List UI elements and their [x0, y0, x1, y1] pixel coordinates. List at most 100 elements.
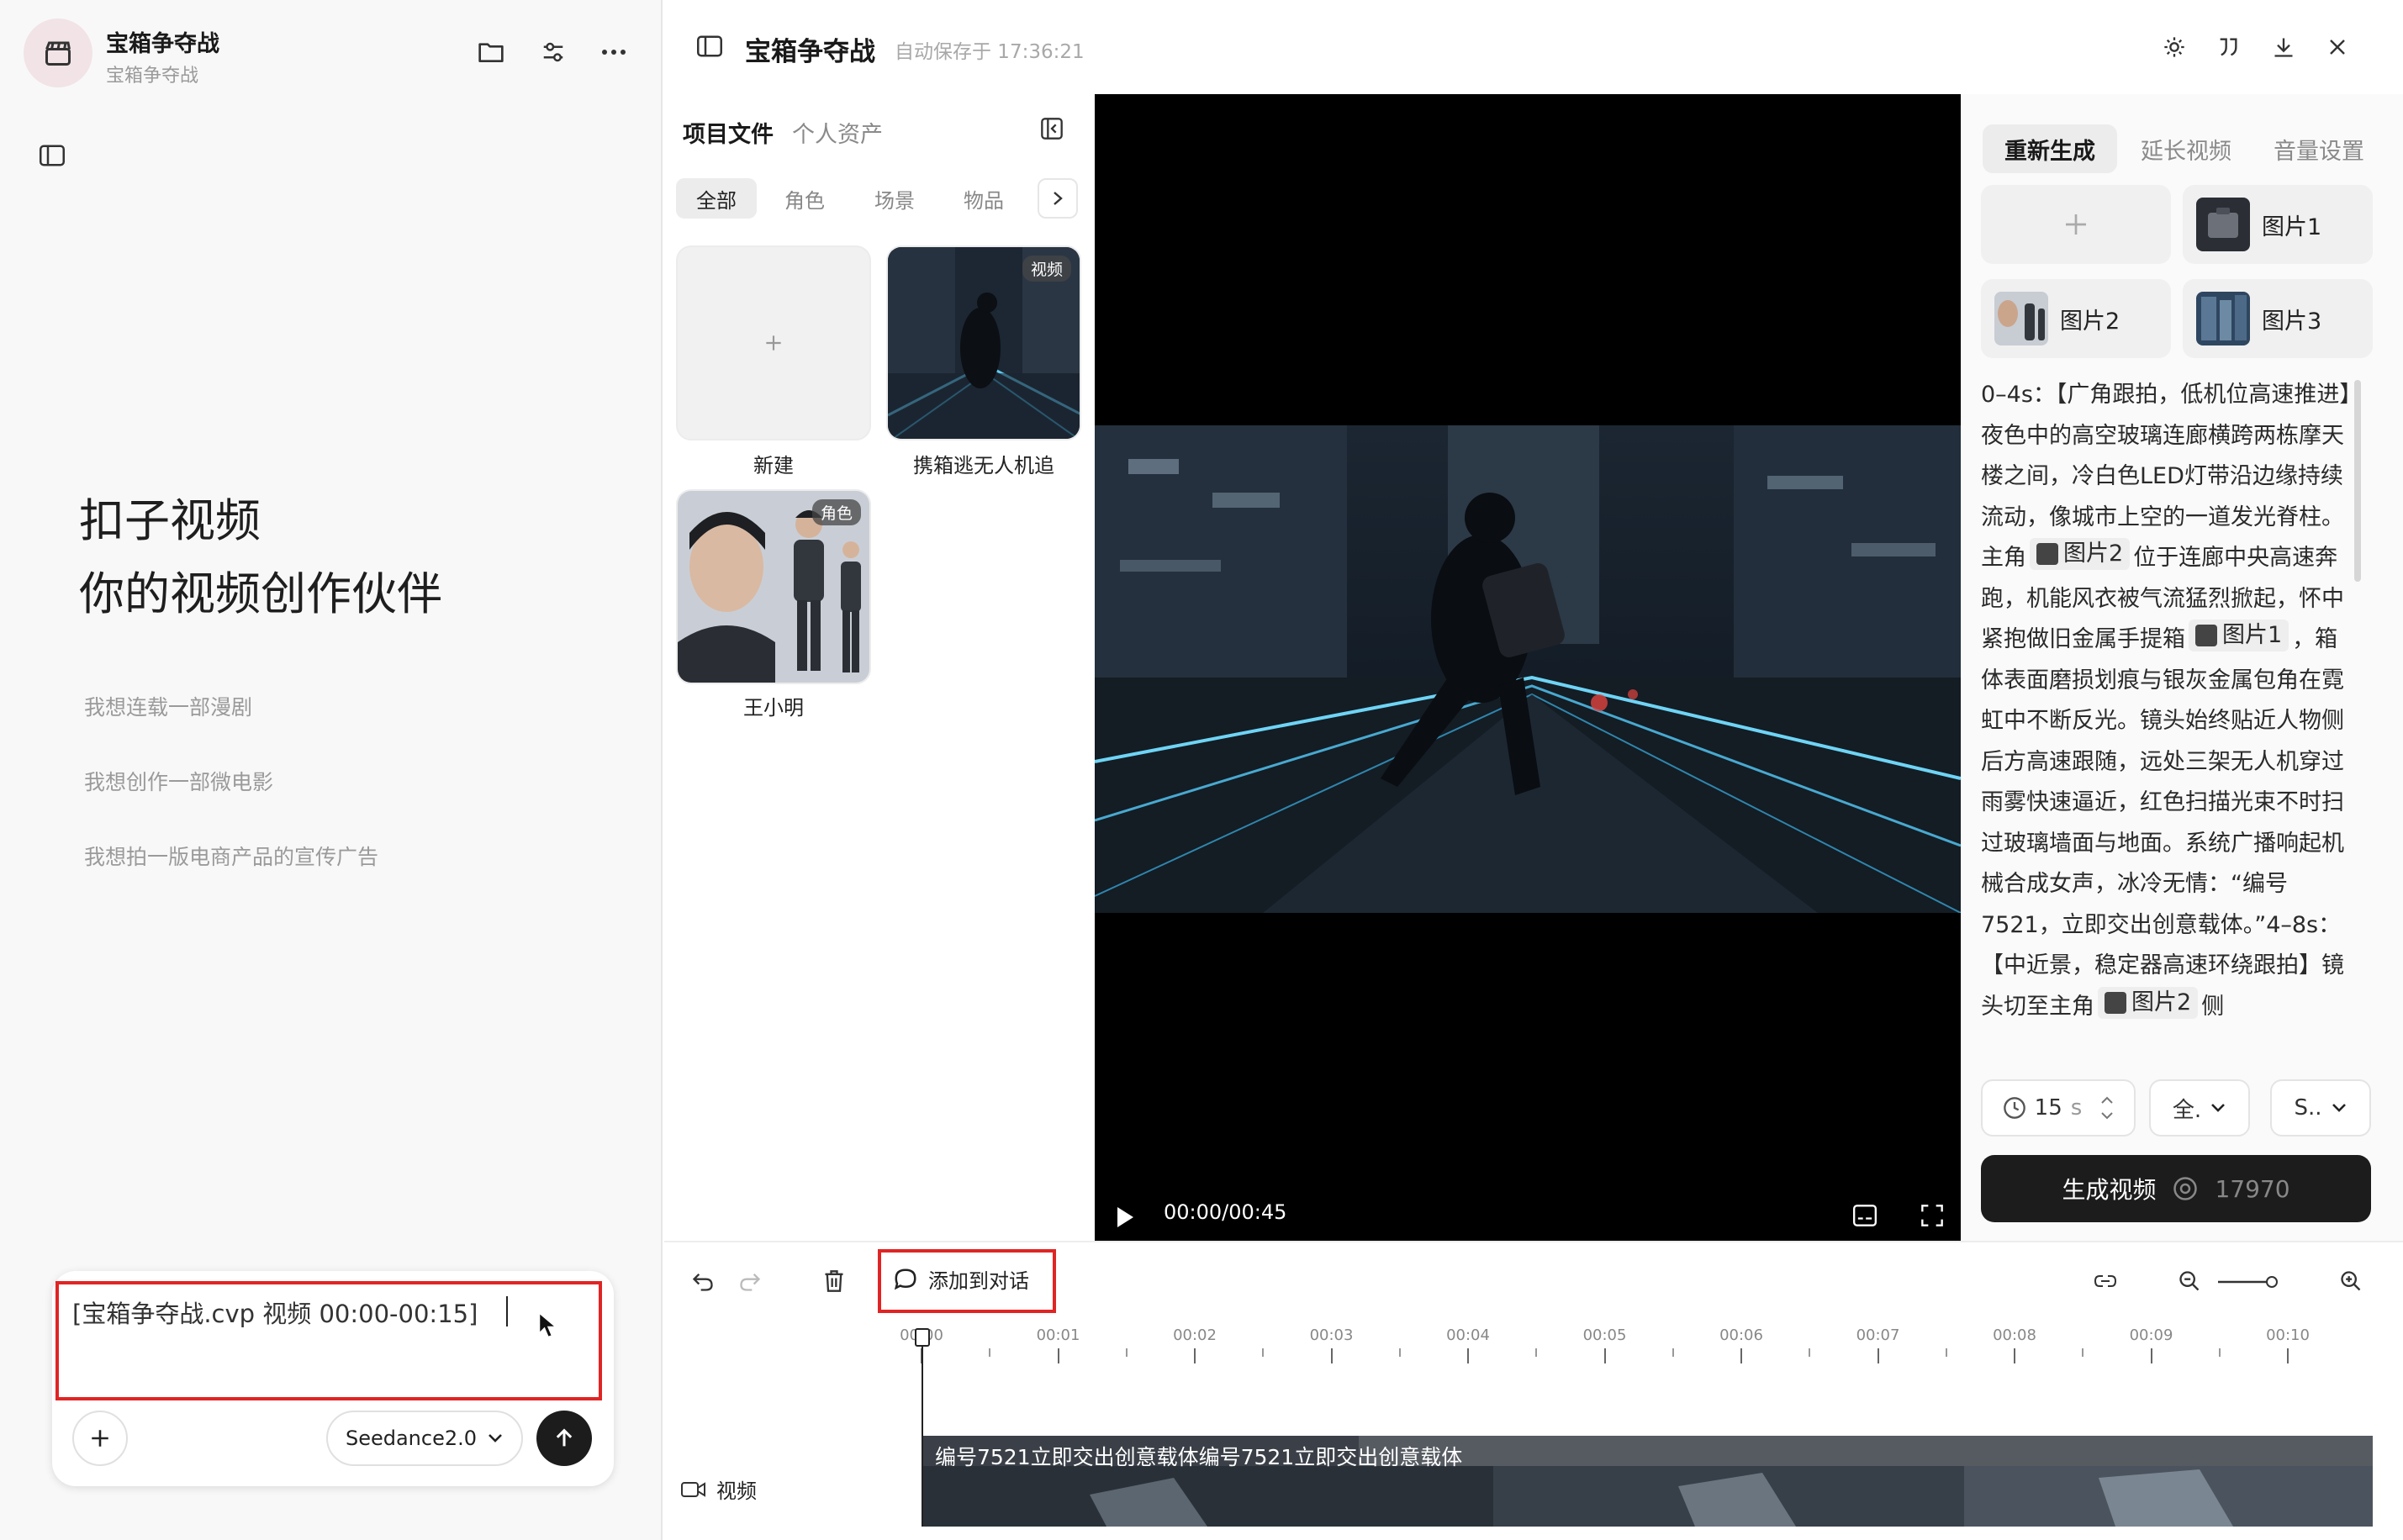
filter-next-button[interactable]: [1038, 178, 1078, 219]
image-reference-chip: 图片2: [2030, 538, 2131, 570]
asset-label: 新建: [753, 454, 794, 477]
suggestion-item[interactable]: 我想拍一版电商产品的宣传广告: [84, 841, 378, 871]
reference-image-card[interactable]: 图片2: [1981, 279, 2171, 358]
quote-icon[interactable]: [2213, 32, 2243, 62]
project-avatar[interactable]: [24, 18, 92, 87]
clock-icon: [2003, 1097, 2025, 1119]
generate-cost: 17970: [2215, 1174, 2290, 1203]
chat-input[interactable]: [宝箱争夺战.cvp 视频 00:00-00:15]: [72, 1295, 478, 1330]
timeline-tick: [1603, 1348, 1606, 1363]
fullscreen-icon[interactable]: [1917, 1200, 1947, 1231]
hero-tagline: 你的视频创作伙伴: [79, 567, 442, 620]
chat-bubble-icon: [894, 1268, 916, 1289]
chevron-up-icon[interactable]: [2100, 1096, 2114, 1105]
timeline-minor-tick: [2218, 1348, 2221, 1357]
zoom-slider[interactable]: [2216, 1276, 2279, 1288]
asset-type-badge: 角色: [811, 499, 861, 525]
arrow-up-icon: [556, 1428, 573, 1447]
video-frame: [1095, 425, 1961, 913]
play-button[interactable]: [1110, 1202, 1140, 1232]
suggestion-item[interactable]: 我想连载一部漫剧: [84, 691, 252, 721]
add-image-card[interactable]: [1981, 185, 2171, 264]
chevron-down-icon[interactable]: [2100, 1111, 2114, 1120]
image-thumbnail: [1994, 292, 2048, 345]
asset-card-character[interactable]: 角色: [676, 489, 871, 684]
image-reference-chip: 图片1: [2189, 620, 2289, 651]
add-to-chat-button[interactable]: 添加到对话: [893, 1264, 1029, 1294]
image-reference-label: 图片2: [2131, 989, 2192, 1015]
generate-video-button[interactable]: 生成视频 17970: [1981, 1155, 2371, 1222]
subtitles-icon[interactable]: [1850, 1200, 1880, 1231]
ratio-select[interactable]: 全.: [2149, 1079, 2250, 1137]
timeline-tick-label: 00:03: [1309, 1326, 1354, 1344]
filter-scene[interactable]: 场景: [854, 178, 935, 219]
add-to-chat-label: 添加到对话: [928, 1269, 1029, 1293]
prompt-scrollbar[interactable]: [2354, 380, 2361, 582]
model-select[interactable]: Seedance2.0: [326, 1411, 523, 1466]
timeline-tick: [2014, 1348, 2015, 1363]
timeline-tick: [2287, 1348, 2289, 1363]
timeline-minor-tick: [1262, 1348, 1265, 1357]
timeline-tick: [1057, 1348, 1059, 1363]
add-attachment-button[interactable]: [72, 1411, 128, 1466]
stepper-arrows[interactable]: [2100, 1096, 2114, 1120]
zoom-in-icon[interactable]: [2336, 1266, 2366, 1296]
video-track-label: 视频: [681, 1474, 757, 1504]
timeline-tick: [1330, 1348, 1333, 1363]
duration-unit: s: [2070, 1095, 2083, 1121]
timeline-tick: [1740, 1348, 1742, 1363]
reference-image-card[interactable]: 图片1: [2183, 185, 2373, 264]
more-icon[interactable]: [599, 37, 629, 67]
tab-volume-settings[interactable]: 音量设置: [2262, 124, 2376, 173]
timeline-tick-label: 00:06: [1719, 1326, 1763, 1344]
undo-icon[interactable]: [688, 1266, 718, 1296]
filter-item[interactable]: 物品: [943, 178, 1024, 219]
close-icon[interactable]: [2322, 32, 2353, 62]
asset-card-video[interactable]: 视频: [886, 245, 1081, 440]
collapse-panel-icon[interactable]: [1038, 114, 1066, 143]
filter-character[interactable]: 角色: [767, 178, 842, 219]
tab-extend-video[interactable]: 延长视频: [2129, 124, 2243, 173]
timeline-minor-tick: [1672, 1348, 1674, 1357]
link-icon[interactable]: [2090, 1266, 2120, 1296]
tab-regenerate[interactable]: 重新生成: [1983, 124, 2117, 173]
hero-title: 扣子视频: [79, 494, 261, 547]
new-asset-card[interactable]: [676, 245, 871, 440]
chevron-down-icon: [2332, 1104, 2346, 1112]
timeline-minor-tick: [2082, 1348, 2084, 1357]
project-subtitle: 宝箱争夺战: [106, 66, 199, 87]
prompt-text[interactable]: 0–4s：【广角跟拍，低机位高速推进】夜色中的高空玻璃连廊横跨两栋摩天楼之间，冷…: [1981, 375, 2351, 1057]
trash-icon[interactable]: [819, 1266, 849, 1296]
image-thumbnail: [2196, 292, 2250, 345]
tab-personal-assets[interactable]: 个人资产: [792, 116, 883, 149]
filter-all[interactable]: 全部: [676, 178, 757, 219]
redo-icon[interactable]: [735, 1266, 765, 1296]
timeline-tick-label: 00:07: [1856, 1326, 1900, 1344]
folder-icon[interactable]: [476, 37, 506, 67]
timeline-tick-label: 00:02: [1173, 1326, 1217, 1344]
image-icon: [2195, 625, 2217, 646]
editor-title: 宝箱争夺战: [745, 37, 875, 67]
model-option-select[interactable]: S..: [2270, 1079, 2371, 1137]
image-thumbnail: [2196, 198, 2250, 251]
zoom-out-icon[interactable]: [2174, 1266, 2205, 1296]
playhead[interactable]: [922, 1328, 923, 1527]
download-icon[interactable]: [2268, 32, 2299, 62]
suggestion-item[interactable]: 我想创作一部微电影: [84, 766, 273, 796]
chevron-down-icon: [2211, 1104, 2226, 1112]
prompt-segment: 侧: [2201, 993, 2225, 1020]
tab-project-files[interactable]: 项目文件: [683, 116, 774, 149]
generate-button-label: 生成视频: [2062, 1176, 2157, 1204]
asset-label: 王小明: [743, 696, 804, 720]
sidebar-toggle-icon[interactable]: [34, 140, 71, 171]
duration-value: 15: [2034, 1095, 2062, 1121]
duration-stepper[interactable]: 15 s: [1981, 1079, 2136, 1137]
timeline-tick-label: 00:10: [2266, 1326, 2310, 1344]
panel-toggle-icon[interactable]: [694, 32, 725, 61]
playhead-handle[interactable]: [915, 1328, 930, 1347]
send-button[interactable]: [536, 1411, 592, 1466]
brightness-icon[interactable]: [2159, 32, 2189, 62]
reference-image-card[interactable]: 图片3: [2183, 279, 2373, 358]
settings-sliders-icon[interactable]: [538, 37, 568, 67]
image-icon: [2036, 543, 2058, 565]
